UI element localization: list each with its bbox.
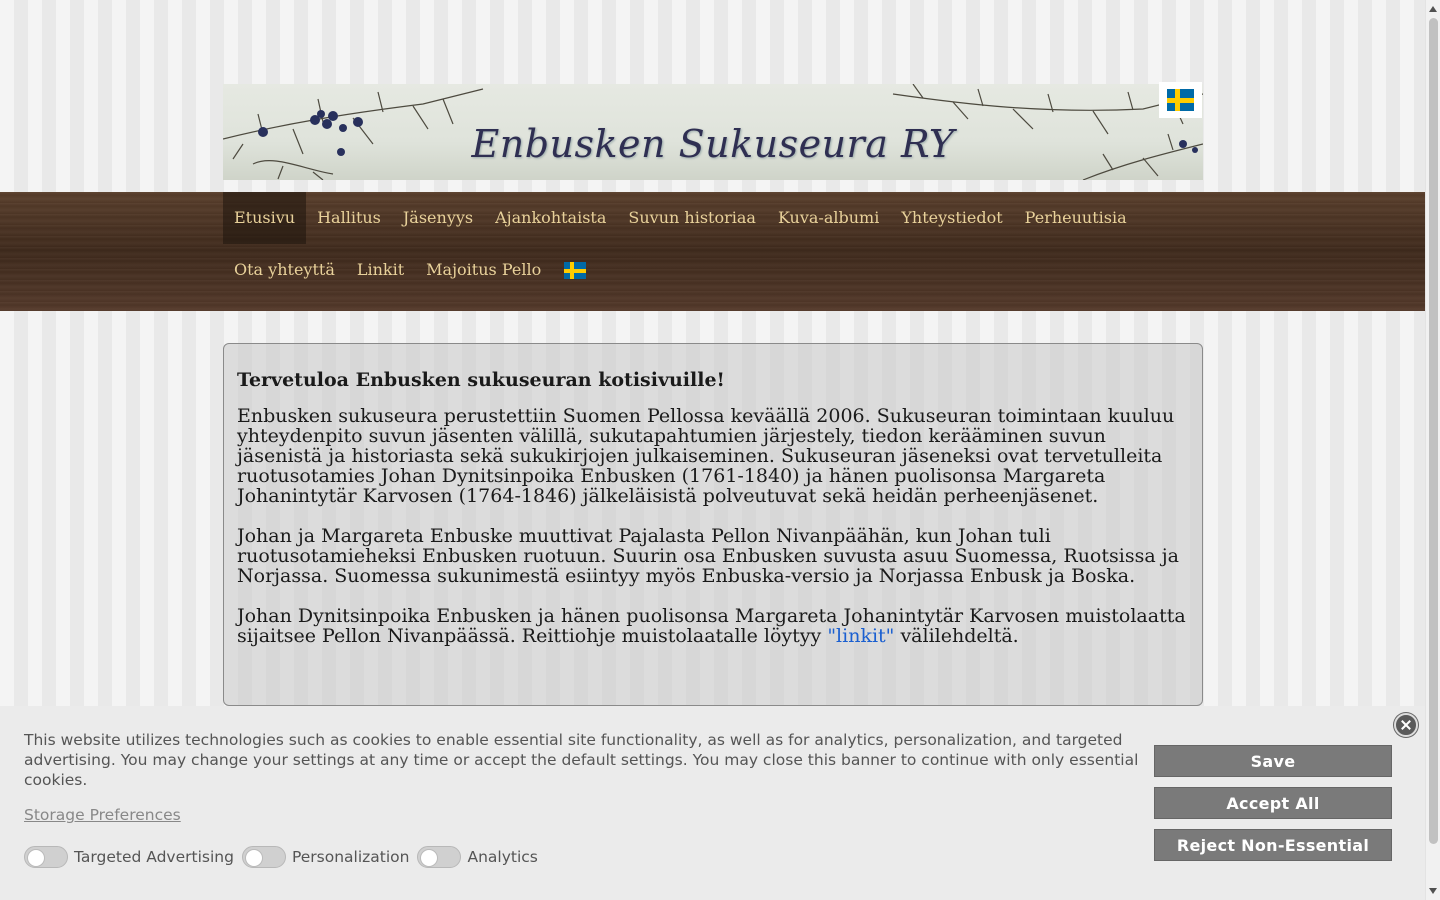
page-scrollbar[interactable]: [1425, 0, 1440, 900]
cookie-message: This website utilizes technologies such …: [24, 731, 1139, 789]
nav-row-2: Ota yhteyttä Linkit Majoitus Pello: [223, 244, 598, 296]
toggle-switch[interactable]: [417, 846, 462, 868]
nav-item-ota-yhteytta[interactable]: Ota yhteyttä: [223, 244, 346, 296]
toggle-switch[interactable]: [24, 846, 68, 868]
main-navigation: Etusivu Hallitus Jäsenyys Ajankohtaista …: [0, 192, 1425, 311]
nav-item-majoitus-pello[interactable]: Majoitus Pello: [415, 244, 552, 296]
close-icon[interactable]: [1394, 713, 1418, 737]
scrollbar-thumb[interactable]: [1429, 18, 1438, 844]
nav-item-suvun-historiaa[interactable]: Suvun historiaa: [617, 192, 767, 244]
storage-preferences-link[interactable]: Storage Preferences: [24, 806, 181, 824]
reject-non-essential-button[interactable]: Reject Non-Essential: [1154, 829, 1392, 861]
linkit-link[interactable]: "linkit": [827, 625, 894, 647]
nav-item-ajankohtaista[interactable]: Ajankohtaista: [484, 192, 617, 244]
nav-item-yhteystiedot[interactable]: Yhteystiedot: [890, 192, 1013, 244]
analytics-toggle[interactable]: Analytics: [417, 846, 538, 868]
swedish-flag-icon: [1167, 89, 1194, 111]
memorial-text-end: välilehdeltä.: [894, 625, 1019, 647]
toggle-label: Personalization: [291, 848, 410, 866]
accept-all-button[interactable]: Accept All: [1154, 787, 1392, 819]
scroll-up-arrow-icon[interactable]: [1429, 6, 1437, 12]
nav-item-etusivu[interactable]: Etusivu: [223, 192, 307, 244]
nav-language-switch[interactable]: [552, 244, 598, 296]
toggle-label: Targeted Advertising: [74, 848, 234, 866]
nav-item-hallitus[interactable]: Hallitus: [306, 192, 392, 244]
targeted-advertising-toggle[interactable]: Targeted Advertising: [24, 846, 234, 868]
nav-item-kuva-albumi[interactable]: Kuva-albumi: [767, 192, 890, 244]
consent-toggles: Targeted Advertising Personalization Ana…: [24, 846, 546, 868]
header-banner: Enbusken Sukuseura RY: [223, 84, 1203, 180]
memorial-paragraph: Johan Dynitsinpoika Enbusken ja hänen pu…: [237, 606, 1190, 646]
save-button[interactable]: Save: [1154, 745, 1392, 777]
scroll-down-arrow-icon[interactable]: [1429, 888, 1437, 894]
language-switch-button[interactable]: [1159, 82, 1202, 118]
nav-row-1: Etusivu Hallitus Jäsenyys Ajankohtaista …: [223, 192, 1138, 244]
site-title: Enbusken Sukuseura RY: [471, 122, 955, 166]
cookie-consent-banner: This website utilizes technologies such …: [0, 706, 1425, 900]
welcome-content-box: Tervetuloa Enbusken sukuseuran kotisivui…: [223, 343, 1203, 706]
swedish-flag-icon: [564, 261, 587, 279]
history-paragraph: Johan ja Margareta Enbuske muuttivat Paj…: [237, 525, 1179, 587]
personalization-toggle[interactable]: Personalization: [241, 846, 410, 868]
intro-paragraph: Enbusken sukuseura perustettiin Suomen P…: [237, 405, 1175, 507]
page-title: Tervetuloa Enbusken sukuseuran kotisivui…: [237, 369, 725, 391]
nav-item-perheuutisia[interactable]: Perheuutisia: [1014, 192, 1138, 244]
toggle-switch[interactable]: [241, 846, 286, 868]
toggle-label: Analytics: [467, 848, 538, 866]
nav-item-jasenyys[interactable]: Jäsenyys: [392, 192, 484, 244]
nav-item-linkit[interactable]: Linkit: [346, 244, 415, 296]
memorial-text: Johan Dynitsinpoika Enbusken ja hänen pu…: [237, 605, 1186, 647]
